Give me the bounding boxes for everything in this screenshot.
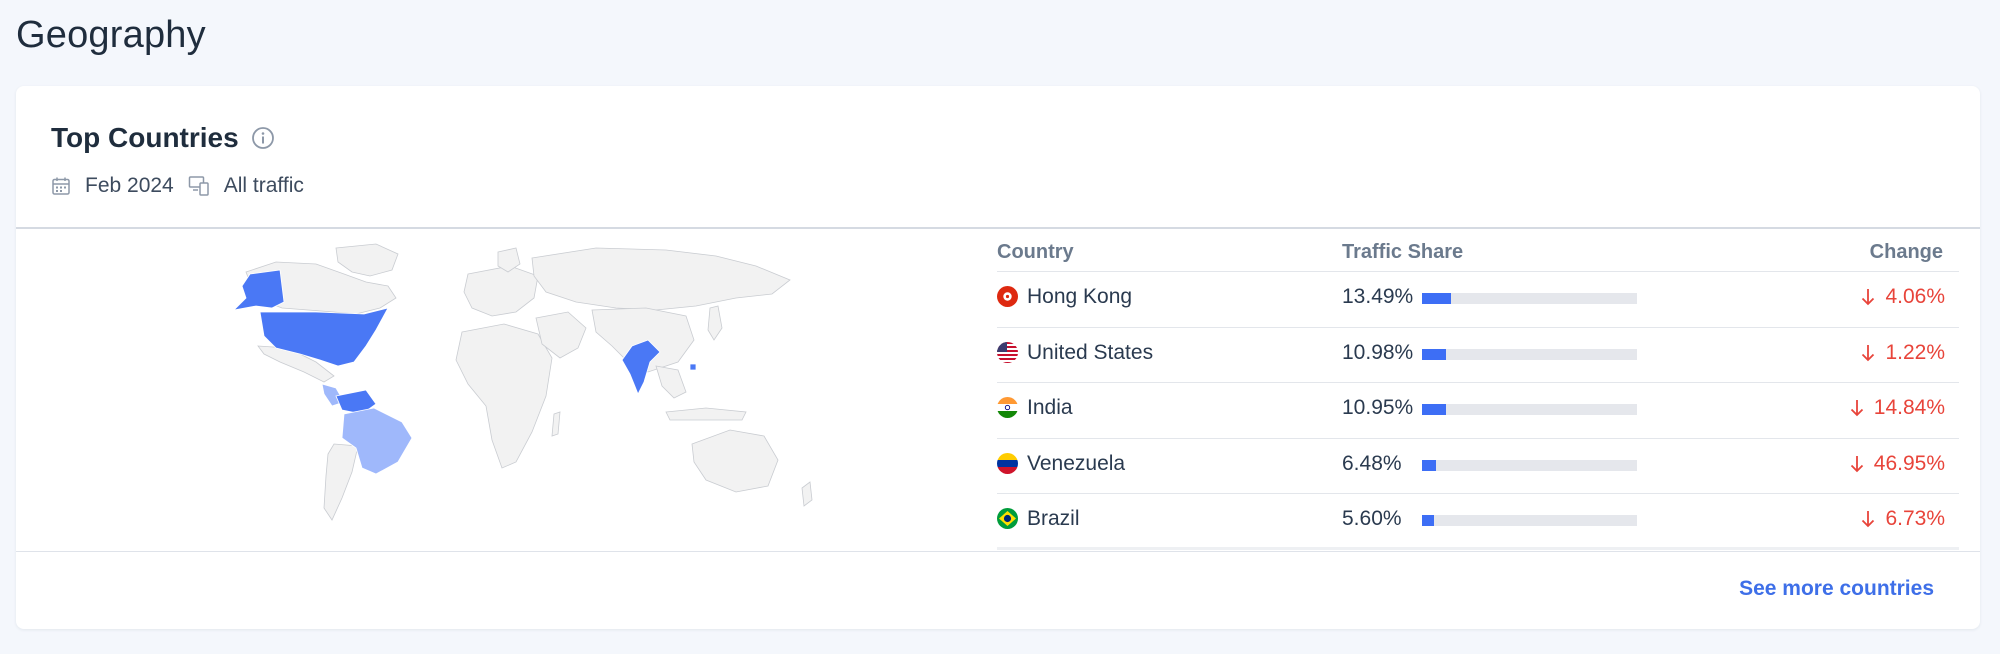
traffic-share-bar	[1422, 459, 1637, 471]
table-row[interactable]: Brazil 5.60% 6.73%	[997, 494, 1959, 550]
map-hong-kong	[689, 363, 697, 371]
change-text: 14.84%	[1873, 396, 1945, 419]
period-label: Feb 2024	[85, 174, 174, 197]
traffic-share-value: 10.95%	[1342, 396, 1414, 419]
traffic-share-bar-fill	[1422, 293, 1451, 304]
arrow-down-icon	[1862, 344, 1875, 361]
country-name[interactable]: Hong Kong	[1027, 285, 1132, 309]
table-row[interactable]: United States 10.98% 1.22%	[997, 328, 1959, 383]
map-madagascar	[551, 411, 561, 437]
change-text: 4.06%	[1885, 285, 1945, 308]
change-text: 1.22%	[1885, 340, 1945, 364]
change-value: 1.22%	[1861, 341, 1945, 365]
map-australia	[691, 429, 779, 493]
top-countries-card: Top Countries Feb 2024 All traffic Count…	[16, 86, 1980, 629]
change-value: 4.06%	[1861, 285, 1945, 309]
brazil-flag-icon	[997, 508, 1018, 529]
traffic-filter-label: All traffic	[223, 174, 304, 197]
column-header-country[interactable]: Country	[997, 241, 1074, 264]
map-russia-asia	[531, 247, 791, 311]
column-header-traffic-share[interactable]: Traffic Share	[1342, 241, 1463, 264]
arrow-down-icon	[1862, 511, 1875, 528]
arrow-down-icon	[1850, 400, 1863, 417]
map-europe	[463, 265, 539, 317]
change-text: 6.73%	[1885, 507, 1945, 530]
traffic-share-bar-fill	[1422, 459, 1436, 471]
country-name[interactable]: United States	[1027, 341, 1153, 365]
table-header: Country Traffic Share Change	[997, 228, 1959, 272]
calendar-icon	[51, 176, 71, 196]
hong-kong-flag-icon	[997, 286, 1018, 307]
period-selector[interactable]: Feb 2024	[51, 174, 174, 198]
countries-table: Country Traffic Share Change Hong Kong 1…	[997, 228, 1959, 550]
see-more-countries-link[interactable]: See more countries	[1739, 577, 1934, 601]
table-row[interactable]: Hong Kong 13.49% 4.06%	[997, 272, 1959, 328]
traffic-share-bar-fill	[1422, 348, 1446, 360]
map-greenland	[335, 243, 399, 277]
devices-icon	[188, 175, 210, 197]
venezuela-flag-icon	[997, 452, 1018, 474]
map-alaska	[232, 269, 285, 311]
map-indonesia	[665, 407, 747, 421]
world-map[interactable]	[216, 236, 836, 536]
traffic-share-bar	[1422, 348, 1637, 360]
column-header-change[interactable]: Change	[1870, 241, 1943, 264]
table-row[interactable]: India 10.95% 14.84%	[997, 383, 1959, 439]
traffic-share-value: 6.48%	[1342, 451, 1402, 475]
traffic-share-value: 13.49%	[1342, 285, 1414, 308]
divider	[16, 551, 1980, 552]
united-states-flag-icon	[997, 341, 1018, 363]
change-text: 46.95%	[1873, 451, 1945, 475]
map-new-zealand	[801, 481, 813, 507]
map-africa	[455, 323, 553, 469]
map-south-america-south	[323, 443, 359, 521]
traffic-share-bar-fill	[1422, 404, 1446, 415]
traffic-share-bar	[1422, 293, 1637, 304]
arrow-down-icon	[1862, 289, 1875, 306]
traffic-share-bar-fill	[1422, 515, 1435, 526]
change-value: 46.95%	[1850, 452, 1945, 476]
table-row[interactable]: Venezuela 6.48% 46.95%	[997, 439, 1959, 494]
country-name[interactable]: Brazil	[1027, 507, 1080, 531]
arrow-down-icon	[1850, 455, 1863, 472]
traffic-share-value: 10.98%	[1342, 340, 1414, 364]
traffic-share-bar	[1422, 515, 1637, 526]
map-southeast-asia	[655, 365, 687, 399]
card-meta: Feb 2024 All traffic	[51, 174, 318, 198]
card-title: Top Countries	[51, 122, 239, 153]
country-name[interactable]: India	[1027, 396, 1073, 420]
page-title: Geography	[16, 14, 206, 56]
info-icon[interactable]	[251, 126, 275, 150]
country-name[interactable]: Venezuela	[1027, 452, 1125, 476]
change-value: 6.73%	[1861, 507, 1945, 531]
traffic-filter[interactable]: All traffic	[188, 174, 304, 198]
india-flag-icon	[997, 397, 1018, 418]
map-japan	[707, 305, 723, 341]
traffic-share-bar	[1422, 404, 1637, 415]
traffic-share-value: 5.60%	[1342, 507, 1402, 530]
change-value: 14.84%	[1850, 396, 1945, 420]
card-header: Top Countries Feb 2024 All traffic	[51, 122, 318, 198]
